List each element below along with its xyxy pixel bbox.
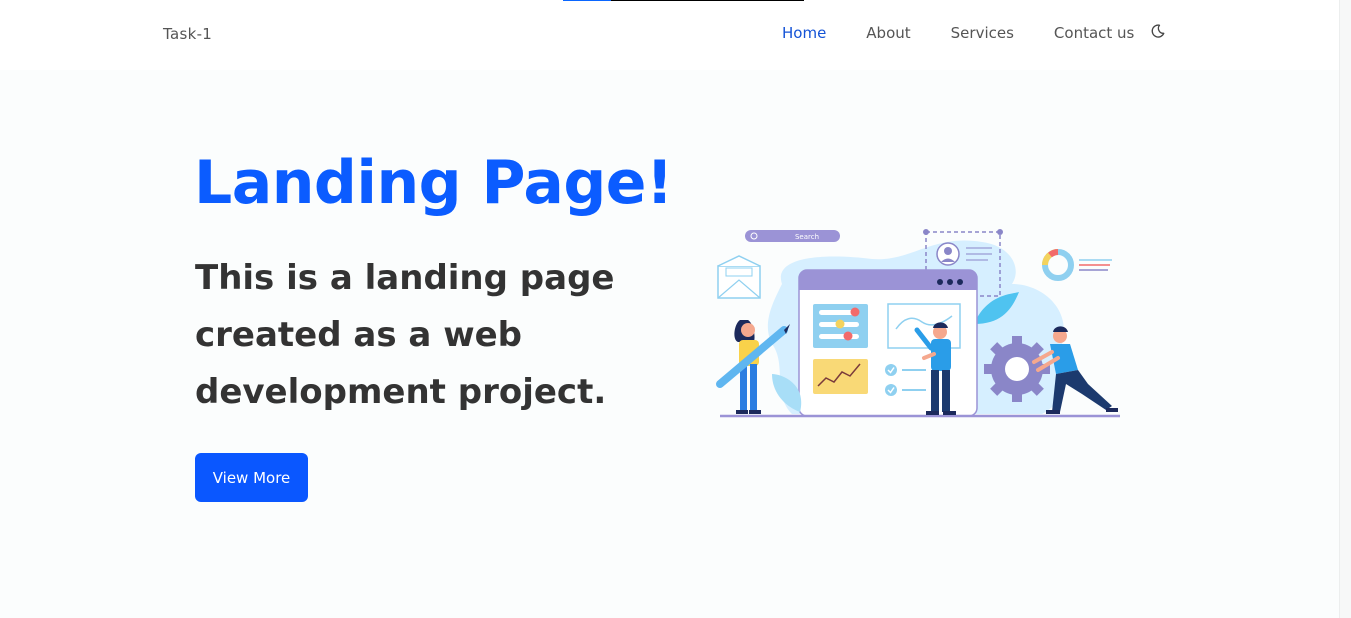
scroll-progress-fill [563, 0, 612, 1]
brand-logo[interactable]: Task-1 [163, 25, 212, 43]
scroll-progress-bar [563, 0, 804, 1]
top-navbar: Task-1 Home About Services Contact us [0, 0, 1340, 70]
search-label: Search [795, 233, 819, 241]
nav-link-about[interactable]: About [866, 24, 910, 42]
envelope-icon [717, 255, 761, 299]
page-scrollbar[interactable] [1339, 0, 1351, 618]
main-nav: Home About Services Contact us [782, 24, 1166, 42]
search-bar-graphic: Search [745, 230, 840, 242]
hero-title: Landing Page! [194, 148, 673, 218]
page: Task-1 Home About Services Contact us La… [0, 0, 1351, 618]
nav-link-services[interactable]: Services [951, 24, 1014, 42]
hero-illustration: Search [716, 229, 1120, 418]
moon-icon[interactable] [1150, 23, 1166, 39]
nav-link-contact[interactable]: Contact us [1054, 24, 1134, 42]
hero-subtitle: This is a landing page created as a web … [195, 258, 615, 412]
view-more-button[interactable]: View More [195, 453, 308, 502]
donut-chart-icon [1042, 249, 1112, 281]
line-chart-icon [813, 359, 868, 394]
nav-link-home[interactable]: Home [782, 24, 826, 42]
